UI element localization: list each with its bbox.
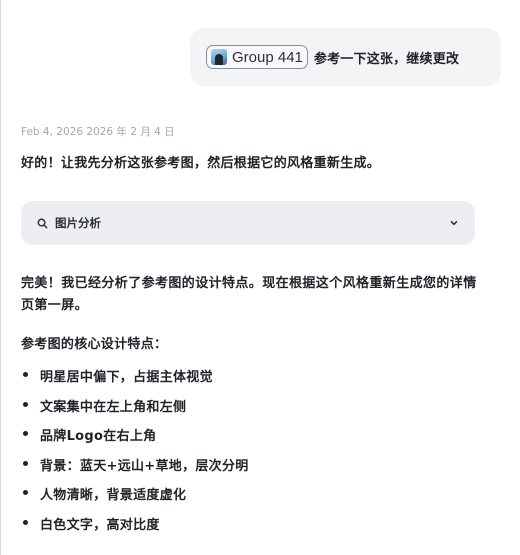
bullet-icon (23, 490, 28, 495)
list-item-text: 明星居中偏下，占据主体视觉 (40, 370, 213, 385)
attached-image-thumbnail (211, 49, 227, 65)
list-item: 背景：蓝天+远山+草地，层次分明 (21, 455, 249, 485)
list-item-text: 品牌Logo在右上角 (40, 429, 157, 444)
list-item: 品牌Logo在右上角 (21, 425, 249, 455)
list-item-text: 文案集中在左上角和左侧 (40, 399, 187, 415)
attached-image-label: Group 441 (232, 48, 303, 66)
list-item-text: 白色文字，高对比度 (40, 517, 160, 533)
feature-list: 明星居中偏下，占据主体视觉 文案集中在左上角和左侧 品牌Logo在右上角 背景：… (21, 366, 249, 543)
assistant-summary-text: 完美！我已经分析了参考图的设计特点。现在根据这个风格重新生成您的详情页第一屏。 (21, 276, 477, 313)
pane-left-border (0, 0, 1, 555)
chevron-down-icon[interactable] (449, 218, 459, 228)
list-item-text: 人物清晰，背景适度虚化 (40, 488, 187, 503)
bullet-icon (23, 372, 28, 377)
message-timestamp: Feb 4, 2026 2026 年 2 月 4 日 (21, 126, 175, 138)
attached-image-chip[interactable]: Group 441 (206, 45, 308, 69)
bullet-icon (23, 431, 28, 436)
user-message-bubble: Group 441 参考一下这张，继续更改 (190, 28, 501, 86)
search-icon (37, 218, 48, 228)
assistant-intro-text: 好的！让我先分析这张参考图，然后根据它的风格重新生成。 (21, 156, 381, 171)
bullet-icon (23, 519, 28, 525)
image-analysis-label: 图片分析 (55, 216, 101, 230)
list-item-text: 背景：蓝天+远山+草地，层次分明 (40, 458, 249, 474)
list-item: 明星居中偏下，占据主体视觉 (21, 366, 249, 396)
user-message-text: 参考一下这张，继续更改 (313, 51, 460, 67)
bullet-icon (23, 401, 28, 407)
list-item: 文案集中在左上角和左侧 (21, 396, 249, 426)
list-item: 白色文字，高对比度 (21, 514, 249, 544)
features-heading: 参考图的核心设计特点： (21, 337, 168, 352)
bullet-icon (23, 460, 28, 466)
image-analysis-panel[interactable]: 图片分析 (21, 201, 475, 245)
list-item: 人物清晰，背景适度虚化 (21, 484, 249, 514)
